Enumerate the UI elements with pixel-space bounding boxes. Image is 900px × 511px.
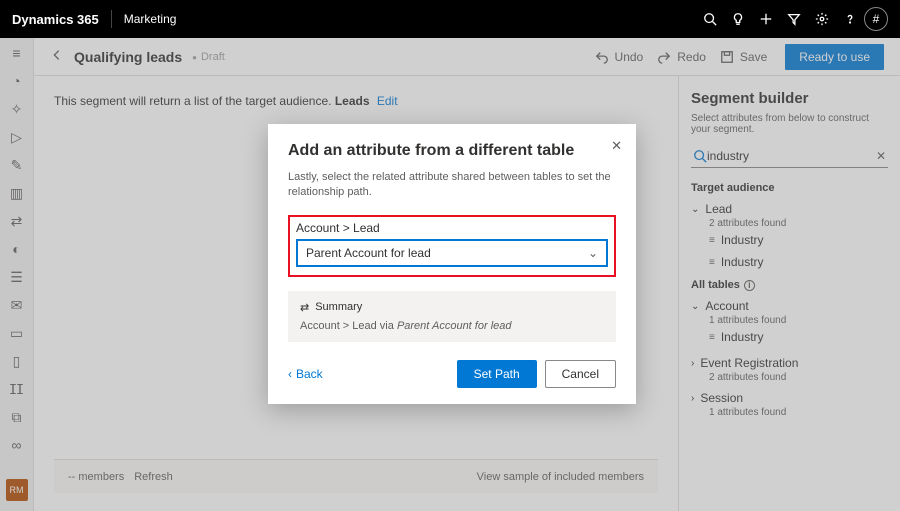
gear-icon[interactable] [808,5,836,33]
set-path-button[interactable]: Set Path [457,360,537,388]
modal-back-button[interactable]: ‹ Back [288,367,323,381]
profile-avatar[interactable]: # [864,7,888,31]
cancel-button[interactable]: Cancel [545,360,616,388]
summary-path-via: Parent Account for lead [397,320,512,332]
relationship-dropdown[interactable]: Parent Account for lead ⌄ [296,239,608,267]
top-separator [111,10,112,28]
product-name: Dynamics 365 [12,12,99,27]
path-breadcrumb: Account > Lead [296,221,608,235]
chevron-left-icon: ‹ [288,367,292,381]
search-icon[interactable] [696,5,724,33]
summary-label: Summary [315,301,362,313]
global-top-bar: Dynamics 365 Marketing # [0,0,900,38]
filter-icon[interactable] [780,5,808,33]
modal-description: Lastly, select the related attribute sha… [288,170,616,201]
back-label: Back [296,367,323,381]
module-name: Marketing [124,12,177,26]
summary-path-prefix: Account > Lead via [300,320,394,332]
help-icon[interactable] [836,5,864,33]
chevron-down-icon: ⌄ [588,246,598,260]
summary-box: ⇄ Summary Account > Lead via Parent Accou… [288,291,616,342]
summary-icon: ⇄ [300,301,309,314]
close-icon[interactable]: ✕ [611,138,622,154]
lightbulb-icon[interactable] [724,5,752,33]
dropdown-value: Parent Account for lead [306,246,431,260]
add-attribute-modal: ✕ Add an attribute from a different tabl… [268,124,636,404]
add-icon[interactable] [752,5,780,33]
modal-title: Add an attribute from a different table [288,142,616,160]
highlighted-region: Account > Lead Parent Account for lead ⌄ [288,215,616,277]
